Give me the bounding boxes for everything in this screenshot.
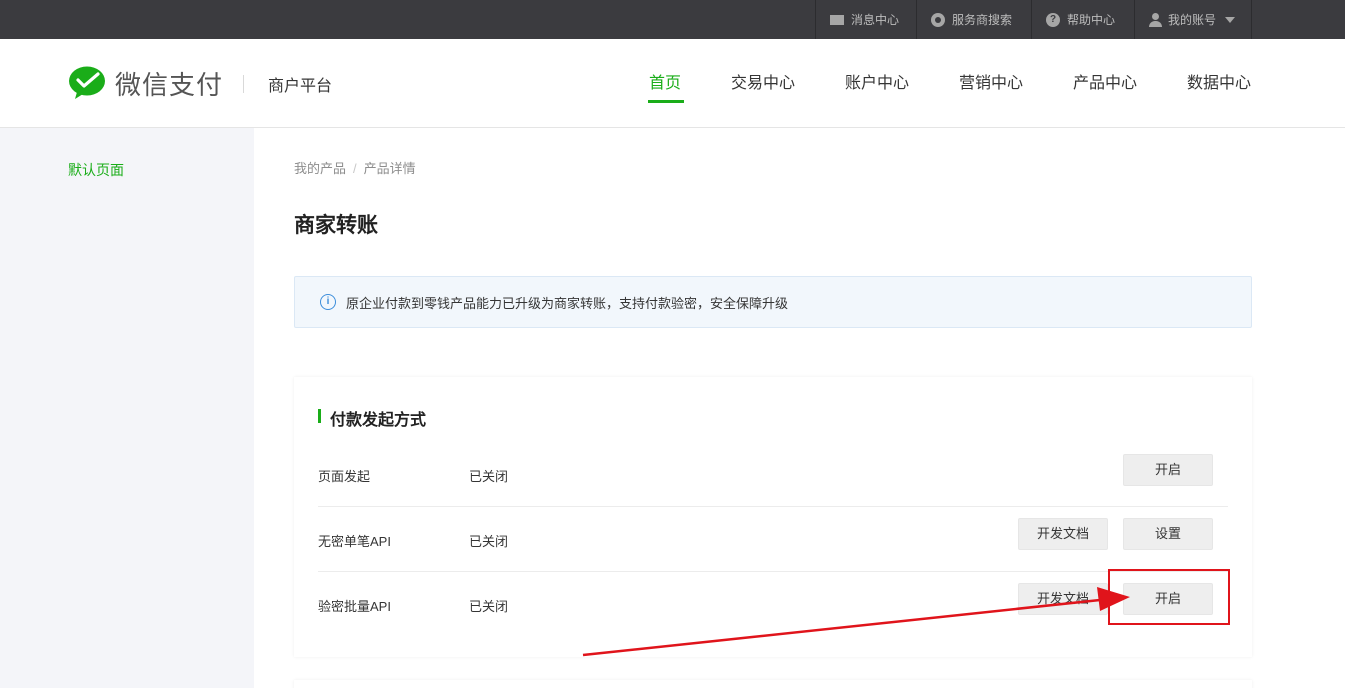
row-name: 验密批量API: [318, 599, 391, 614]
page-title: 商家转账: [294, 214, 378, 237]
notice-text: 原企业付款到零钱产品能力已升级为商家转账，支持付款验密，安全保障升级: [346, 296, 789, 311]
topbar-help-center[interactable]: ? 帮助中心: [1031, 0, 1134, 39]
nav-transaction-center[interactable]: 交易中心: [731, 69, 795, 93]
topbar-my-account-label: 我的账号: [1168, 13, 1217, 27]
top-utility-bar: 消息中心 服务商搜索 ? 帮助中心 我的账号: [0, 0, 1345, 39]
logo-divider: [243, 75, 244, 93]
mail-icon: [830, 14, 844, 25]
list-item: 页面发起 已关闭 开启: [318, 442, 1228, 507]
sidebar: 默认页面: [0, 128, 254, 688]
breadcrumb-my-products[interactable]: 我的产品: [294, 161, 346, 176]
chevron-down-icon: [1225, 16, 1236, 23]
annotation-highlight-box: [1108, 569, 1230, 625]
list-item: 无密单笔API 已关闭 开发文档 设置: [318, 507, 1228, 572]
nav-account-center[interactable]: 账户中心: [845, 69, 909, 93]
section-title: 付款发起方式: [330, 412, 427, 429]
info-icon: i: [320, 294, 336, 310]
breadcrumb-separator: /: [353, 161, 357, 176]
row-name: 无密单笔API: [318, 534, 391, 549]
section-accent-bar: [318, 409, 321, 423]
wechat-pay-logo-icon[interactable]: [68, 66, 108, 100]
row-status: 已关闭: [469, 599, 509, 614]
logo-text[interactable]: 微信支付: [115, 65, 223, 102]
topbar-provider-search-label: 服务商搜索: [952, 13, 1013, 27]
nav-product-center[interactable]: 产品中心: [1073, 69, 1137, 93]
breadcrumb-product-detail: 产品详情: [363, 161, 416, 176]
topbar-message-center-label: 消息中心: [851, 13, 900, 27]
topbar-help-center-label: 帮助中心: [1067, 13, 1116, 27]
row-status: 已关闭: [469, 469, 509, 484]
nav-marketing-center[interactable]: 营销中心: [959, 69, 1023, 93]
nav-active-indicator: [648, 100, 684, 103]
help-icon: ?: [1046, 12, 1060, 27]
list-item: 验密批量API 已关闭 开发文档 开启: [318, 572, 1228, 637]
user-icon: [1149, 12, 1162, 27]
nav-data-center[interactable]: 数据中心: [1187, 69, 1251, 93]
search-icon: [931, 12, 945, 27]
topbar-provider-search[interactable]: 服务商搜索: [916, 0, 1031, 39]
row-status: 已关闭: [469, 534, 509, 549]
page-initiation-enable-button[interactable]: 开启: [1123, 454, 1213, 486]
single-api-docs-button[interactable]: 开发文档: [1018, 518, 1108, 550]
row-name: 页面发起: [318, 469, 371, 484]
next-card: [294, 680, 1252, 688]
topbar-message-center[interactable]: 消息中心: [815, 0, 916, 39]
breadcrumb: 我的产品 / 产品详情: [294, 158, 416, 177]
topbar-my-account[interactable]: 我的账号: [1134, 0, 1252, 39]
sidebar-item-default-page[interactable]: 默认页面: [68, 160, 124, 180]
main-header: 微信支付 商户平台 首页 交易中心 账户中心 营销中心 产品中心 数据中心: [0, 39, 1345, 128]
single-api-settings-button[interactable]: 设置: [1123, 518, 1213, 550]
batch-api-docs-button[interactable]: 开发文档: [1018, 583, 1108, 615]
upgrade-notice: i 原企业付款到零钱产品能力已升级为商家转账，支持付款验密，安全保障升级: [294, 276, 1252, 328]
nav-home[interactable]: 首页: [649, 69, 681, 93]
platform-name: 商户平台: [268, 78, 333, 95]
